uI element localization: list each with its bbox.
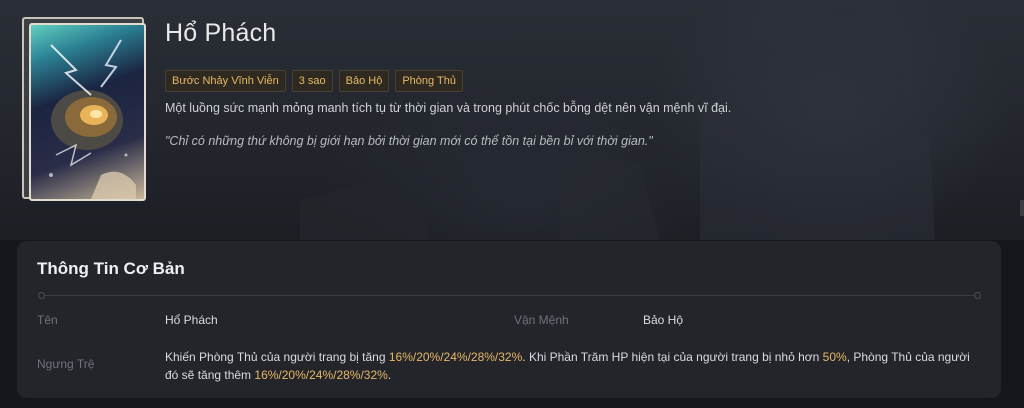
- effect-label: Ngưng Trệ: [37, 357, 95, 371]
- panel-title: Thông Tin Cơ Bản: [37, 259, 185, 278]
- tag-stat: Phòng Thủ: [395, 70, 463, 92]
- hero-banner: Hổ Phách Bước Nhảy Vĩnh Viễn 3 sao Bảo H…: [0, 0, 1024, 240]
- effect-value-highlight: 16%/20%/24%/28%/32%: [388, 350, 523, 364]
- card-front: [29, 23, 146, 201]
- item-description: Một luồng sức mạnh mỏng manh tích tụ từ …: [165, 101, 732, 115]
- item-title: Hổ Phách: [165, 19, 277, 47]
- destiny-value: Bảo Hộ: [643, 313, 684, 327]
- name-label: Tên: [37, 313, 58, 327]
- tag-path: Bước Nhảy Vĩnh Viễn: [165, 70, 286, 92]
- tag-destiny: Bảo Hộ: [338, 70, 390, 92]
- effect-text: . Khi Phần Trăm HP hiện tại của người tr…: [522, 350, 823, 364]
- name-value: Hổ Phách: [165, 313, 218, 327]
- item-quote: "Chỉ có những thứ không bị giới hạn bởi …: [165, 134, 653, 148]
- destiny-label: Vận Mệnh: [514, 313, 569, 327]
- background-silhouette: [300, 0, 935, 240]
- effect-value-highlight: 50%: [822, 350, 847, 364]
- tag-list: Bước Nhảy Vĩnh Viễn 3 sao Bảo Hộ Phòng T…: [165, 70, 463, 92]
- section-divider: [38, 292, 981, 299]
- effect-value-highlight: 16%/20%/24%/28%/32%: [254, 368, 388, 382]
- amber-light-cone-card-icon: [22, 17, 146, 201]
- basic-info-panel: Thông Tin Cơ Bản Tên Hổ Phách Vận Mệnh B…: [17, 241, 1001, 398]
- effect-text: Khiến Phòng Thủ của người trang bị tăng: [165, 350, 389, 364]
- scrollbar-thumb[interactable]: [1020, 200, 1024, 216]
- tag-rarity: 3 sao: [291, 70, 333, 92]
- effect-text: .: [387, 368, 392, 382]
- effect-description: Khiến Phòng Thủ của người trang bị tăng …: [165, 348, 975, 384]
